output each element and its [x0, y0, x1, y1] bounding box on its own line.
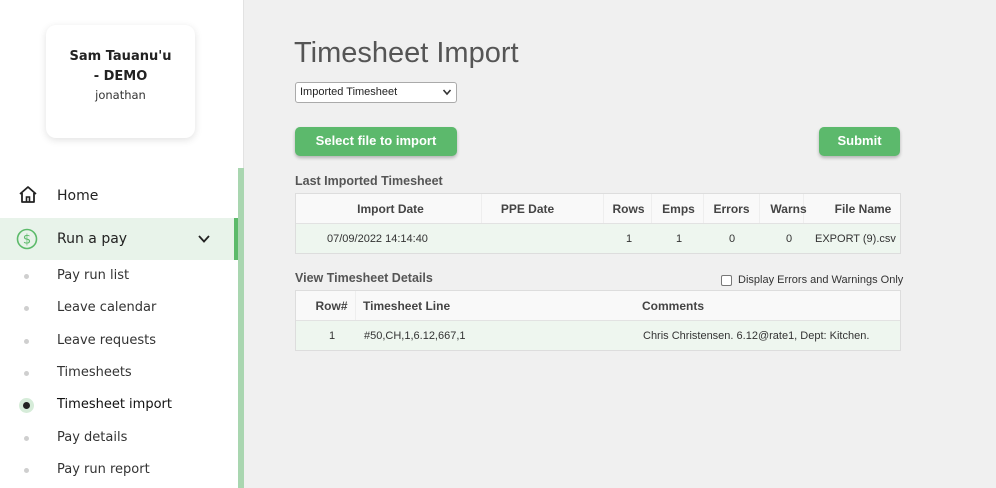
- last-imported-title: Last Imported Timesheet: [295, 174, 443, 188]
- nav-run-a-pay-label: Run a pay: [57, 231, 128, 247]
- cell-comments: Chris Christensen. 6.12@rate1, Dept: Kit…: [643, 329, 870, 342]
- sidebar-item-label: Leave requests: [57, 333, 156, 348]
- bullet-icon: [24, 371, 29, 376]
- bullet-icon: [24, 274, 29, 279]
- org-user: jonathan: [95, 88, 146, 102]
- cell-warns: 0: [785, 232, 793, 245]
- bullet-icon: [24, 339, 29, 344]
- sidebar-active-indicator: [234, 218, 238, 260]
- sidebar-item-label: Leave calendar: [57, 300, 157, 315]
- col-errors: Errors: [704, 194, 760, 223]
- bullet-icon: [24, 306, 29, 311]
- submit-button[interactable]: Submit: [819, 127, 900, 156]
- sidebar-item-timesheet-import[interactable]: Timesheet import: [0, 391, 236, 419]
- col-row-number: Row#: [296, 291, 356, 320]
- select-file-button[interactable]: Select file to import: [295, 127, 457, 156]
- col-file-name: File Name: [834, 201, 892, 216]
- sidebar-item-timesheets[interactable]: Timesheets: [0, 359, 236, 387]
- col-emps: Emps: [652, 194, 704, 223]
- col-ppe-date: PPE Date: [482, 194, 604, 223]
- sidebar-item-leave-requests[interactable]: Leave requests: [0, 327, 236, 355]
- bullet-icon: [24, 436, 29, 441]
- cell-errors: 0: [728, 232, 736, 245]
- bullet-icon: [24, 468, 29, 473]
- col-rows: Rows: [604, 194, 652, 223]
- table-row[interactable]: 07/09/2022 14:14:40 1 1 0 0 EXPORT (9).c…: [296, 224, 900, 253]
- import-type-select[interactable]: Imported Timesheet: [295, 82, 457, 103]
- details-title: View Timesheet Details: [295, 271, 433, 285]
- cell-timesheet-line: #50,CH,1,6.12,667,1: [364, 329, 466, 342]
- sidebar-item-label: Pay run report: [57, 462, 150, 477]
- table-header: Import Date PPE Date Rows Emps Errors Wa…: [296, 194, 900, 224]
- import-type-select-value: Imported Timesheet: [300, 86, 398, 98]
- nav-run-a-pay[interactable]: $ Run a pay: [0, 218, 238, 260]
- home-icon: [19, 186, 37, 203]
- errors-only-checkbox[interactable]: [721, 274, 732, 286]
- dollar-circle-icon: $: [16, 228, 38, 250]
- sidebar-item-label: Pay details: [57, 430, 128, 445]
- sidebar-item-leave-calendar[interactable]: Leave calendar: [0, 294, 236, 322]
- sidebar-item-pay-run-list[interactable]: Pay run list: [0, 262, 236, 290]
- cell-import-date: 07/09/2022 14:14:40: [327, 232, 428, 245]
- cell-file-name: EXPORT (9).csv: [815, 232, 896, 245]
- cell-row-number: 1: [328, 329, 336, 342]
- col-timesheet-line: Timesheet Line: [363, 298, 451, 313]
- errors-only-label: Display Errors and Warnings Only: [738, 274, 904, 286]
- cell-emps: 1: [675, 232, 683, 245]
- col-import-date: Import Date: [296, 194, 482, 223]
- sidebar-item-label: Pay run list: [57, 268, 130, 283]
- sidebar: Sam Tauanu'u - DEMO jonathan Home $ Run …: [0, 0, 244, 488]
- sidebar-item-label: Timesheets: [57, 365, 132, 380]
- errors-only-toggle[interactable]: Display Errors and Warnings Only: [721, 274, 903, 286]
- svg-text:$: $: [23, 233, 31, 248]
- page-title: Timesheet Import: [294, 37, 519, 69]
- sidebar-item-label: Timesheet import: [57, 397, 172, 412]
- cell-rows: 1: [625, 232, 633, 245]
- sidebar-item-pay-details[interactable]: Pay details: [0, 424, 236, 452]
- sidebar-item-pay-run-report[interactable]: Pay run report: [0, 456, 236, 484]
- table-row[interactable]: 1 #50,CH,1,6.12,667,1 Chris Christensen.…: [296, 321, 900, 350]
- chevron-down-icon: [442, 89, 452, 96]
- org-card[interactable]: Sam Tauanu'u - DEMO jonathan: [46, 25, 195, 138]
- last-imported-table: Import Date PPE Date Rows Emps Errors Wa…: [295, 193, 901, 254]
- sidebar-rail: [238, 168, 244, 488]
- nav-home[interactable]: Home: [0, 178, 243, 214]
- table-header: Row# Timesheet Line Comments: [296, 291, 900, 321]
- col-warns: Warns: [760, 194, 807, 223]
- chevron-down-icon[interactable]: [197, 233, 211, 245]
- col-comments: Comments: [642, 298, 705, 313]
- details-table: Row# Timesheet Line Comments 1 #50,CH,1,…: [295, 290, 901, 351]
- nav-home-label: Home: [57, 188, 99, 204]
- active-bullet-icon: [19, 398, 34, 413]
- org-name: Sam Tauanu'u - DEMO: [69, 49, 172, 84]
